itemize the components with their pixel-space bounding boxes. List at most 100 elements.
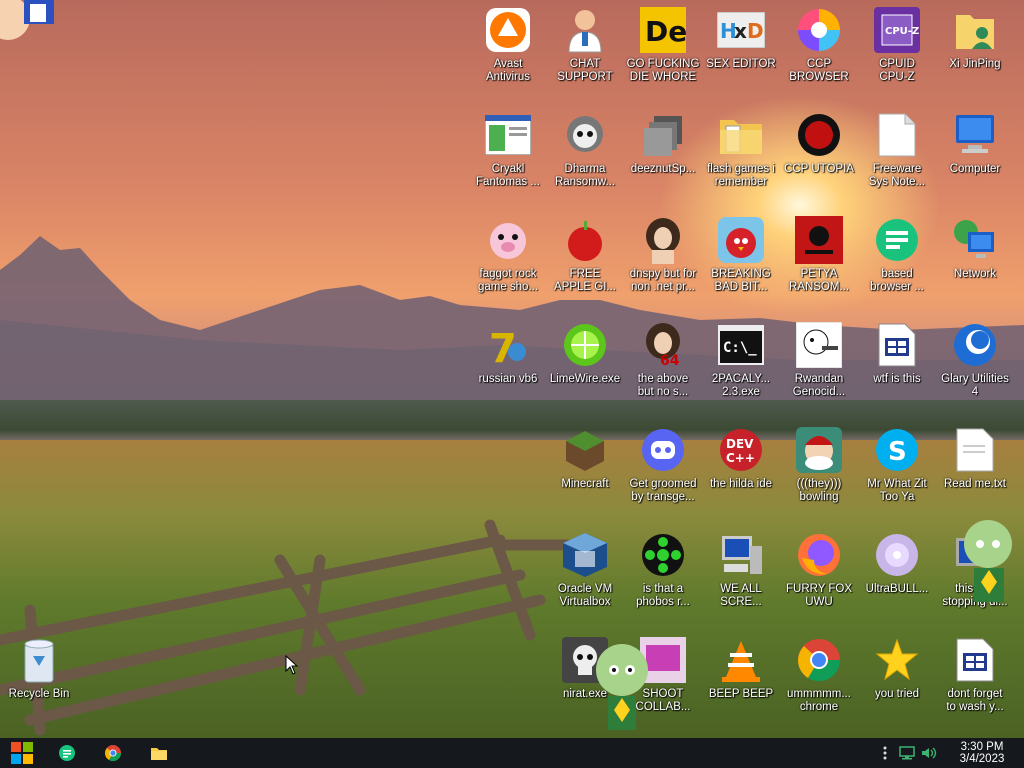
desktop-icon[interactable]: FREE APPLE GI...: [546, 216, 624, 316]
chrome-icon: [795, 636, 843, 684]
desktop-icon[interactable]: De GO FUCKING DIE WHORE: [624, 6, 702, 106]
desktop-icon[interactable]: deeznutSp...: [624, 111, 702, 211]
desktop-icon[interactable]: BREAKING BAD BIT...: [702, 216, 780, 316]
desktop-icon-label: BEEP BEEP: [708, 688, 774, 700]
svg-text:D: D: [747, 19, 764, 43]
desktop-icon[interactable]: dnspy but for non .net pr...: [624, 216, 702, 316]
de-icon: De: [639, 6, 687, 54]
desktop-icon[interactable]: Freeware Sys Note...: [858, 111, 936, 211]
desktop-icon[interactable]: is that a phobos r...: [624, 531, 702, 631]
desktop-icon[interactable]: CPU-Z CPUID CPU-Z: [858, 6, 936, 106]
user-folder-icon: [951, 6, 999, 54]
desktop-icon-label: WE ALL SCRE...: [720, 583, 762, 608]
folder-icon: [151, 748, 167, 760]
support-person-icon: [561, 6, 609, 54]
recycle-bin-icon: [15, 636, 63, 684]
clock-date: 3/4/2023: [959, 753, 1005, 765]
desktop-icon[interactable]: Read me.txt: [936, 426, 1014, 526]
desktop-icon[interactable]: CHAT SUPPORT: [546, 6, 624, 106]
vlc-icon: [717, 636, 765, 684]
taskbar: 3:30 PM 3/4/2023: [0, 738, 1024, 768]
desktop-icon[interactable]: Cryakl Fantomas ...: [469, 111, 547, 211]
desktop-icon[interactable]: Recycle Bin: [0, 636, 78, 736]
desktop-icon[interactable]: WE ALL SCRE...: [702, 531, 780, 631]
virtualbox-icon: [561, 531, 609, 579]
text-file-icon: [951, 426, 999, 474]
desktop-icon[interactable]: BEEP BEEP: [702, 636, 780, 736]
desktop-icon-label: Minecraft: [561, 478, 609, 490]
desktop-icon[interactable]: Network: [936, 216, 1014, 316]
desktop-icon[interactable]: ummmmm... chrome: [780, 636, 858, 736]
desktop-icon[interactable]: faggot rock game sho...: [469, 216, 547, 316]
desktop-icon[interactable]: Rwandan Genocid...: [780, 321, 858, 421]
desktop-icon[interactable]: Dharma Ransomw...: [546, 111, 624, 211]
desktop-icon-label: Oracle VM Virtualbox: [557, 583, 613, 608]
desktop-icon-label: CCP UTOPIA: [784, 163, 854, 175]
cartoon-sticker-right: [958, 518, 1024, 608]
desktop-icon[interactable]: Xi JinPing: [936, 6, 1014, 106]
desktop-icon[interactable]: wtf is this: [858, 321, 936, 421]
cartoon-pig-icon: [484, 216, 532, 264]
portrait-64-icon: 64: [639, 321, 687, 369]
windows-logo-icon: [11, 742, 33, 764]
desktop-icon[interactable]: S Mr What Zit Too Ya: [858, 426, 936, 526]
desktop-icon[interactable]: FURRY FOX UWU: [780, 531, 858, 631]
desktop-icon[interactable]: 7 russian vb6: [469, 321, 547, 421]
firefox-icon: [795, 531, 843, 579]
desktop-icon-label: Computer: [949, 163, 1001, 175]
desktop-icon[interactable]: (((they))) bowling: [780, 426, 858, 526]
desktop-icon-label: deeznutSp...: [630, 163, 696, 175]
chat-bubble-icon: [873, 216, 921, 264]
ini-file-icon: [873, 321, 921, 369]
icq-icon: [639, 531, 687, 579]
folder-icon: [717, 111, 765, 159]
overflow-menu-icon[interactable]: [874, 738, 896, 768]
santa-icon: [795, 426, 843, 474]
desktop-icon[interactable]: Minecraft: [546, 426, 624, 526]
desktop-icon[interactable]: CCP BROWSER: [780, 6, 858, 106]
skull-crossbones-icon: [795, 216, 843, 264]
desktop-icon[interactable]: UltraBULL...: [858, 531, 936, 631]
desktop-icon[interactable]: based browser ...: [858, 216, 936, 316]
desktop-icon-label: Network: [953, 268, 997, 280]
volume-icon[interactable]: [918, 738, 940, 768]
desktop-icon[interactable]: you tried: [858, 636, 936, 736]
desktop-icon[interactable]: Get groomed by transge...: [624, 426, 702, 526]
desktop-icon[interactable]: Computer: [936, 111, 1014, 211]
desktop-icon[interactable]: Glary Utilities 4: [936, 321, 1014, 421]
desktop-icon-label: SEX EDITOR: [706, 58, 776, 70]
desktop-icon-label: GO FUCKING DIE WHORE: [626, 58, 700, 83]
desktop-icon[interactable]: dont forget to wash y...: [936, 636, 1014, 736]
desktop-icon[interactable]: C:\_ 2PACALY... 2.3.exe: [702, 321, 780, 421]
network-icon[interactable]: [896, 738, 918, 768]
svg-text:x: x: [734, 19, 747, 43]
desktop-icon[interactable]: Hx D SEX EDITOR: [702, 6, 780, 106]
minecraft-icon: [561, 426, 609, 474]
desktop-icon[interactable]: LimeWire.exe: [546, 321, 624, 421]
cartoon-sticker-topleft: [0, 0, 56, 42]
desktop-icon-label: wtf is this: [873, 373, 921, 385]
svg-text:S: S: [888, 437, 907, 467]
chat-bubble-icon: [59, 745, 75, 761]
svg-text:DEV: DEV: [726, 437, 754, 451]
window-app-icon: [484, 111, 532, 159]
desktop-icon[interactable]: CCP UTOPIA: [780, 111, 858, 211]
svg-text:De: De: [645, 15, 686, 48]
mouse-cursor-icon: [285, 654, 299, 679]
limewire-icon: [561, 321, 609, 369]
svg-text:C:\_: C:\_: [723, 340, 757, 356]
desktop-icon[interactable]: PETYA RANSOM...: [780, 216, 858, 316]
taskbar-chrome[interactable]: [90, 738, 136, 768]
taskbar-clock[interactable]: 3:30 PM 3/4/2023: [940, 741, 1024, 766]
desktop-icon-label: Get groomed by transge...: [629, 478, 697, 503]
desktop-icon[interactable]: flash games i remember: [702, 111, 780, 211]
desktop-icon[interactable]: Avast Antivirus: [469, 6, 547, 106]
desktop-icon[interactable]: Oracle VM Virtualbox: [546, 531, 624, 631]
taskbar-based-browser[interactable]: [44, 738, 90, 768]
start-button[interactable]: [0, 738, 44, 768]
taskbar-file-explorer[interactable]: [136, 738, 182, 768]
network-icon: [951, 216, 999, 264]
hxd-icon: HxD: [717, 6, 765, 54]
desktop-icon[interactable]: 64 the above but no s...: [624, 321, 702, 421]
desktop-icon[interactable]: DEV C++ the hilda ide: [702, 426, 780, 526]
